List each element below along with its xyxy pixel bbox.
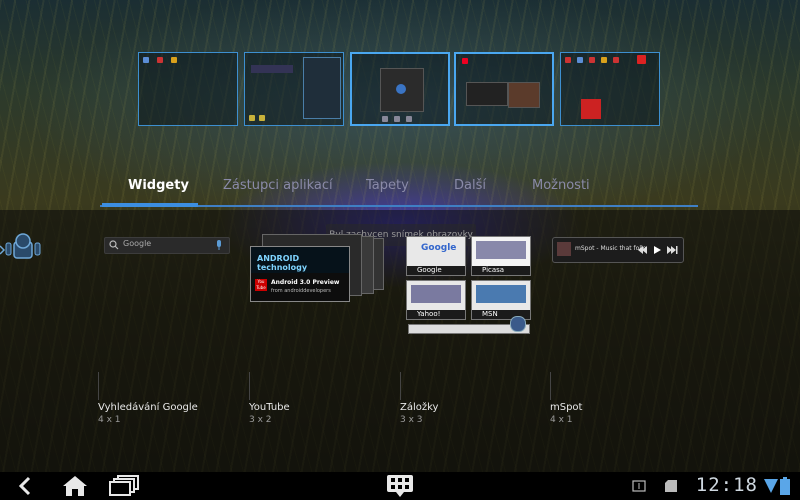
widget-size-google-search: 4 x 1 bbox=[98, 415, 121, 425]
battery-icon bbox=[780, 477, 790, 495]
youtube-widget-preview[interactable]: ANDROID technology You Tube Android 3.0 … bbox=[250, 234, 386, 304]
bookmark-label-msn: MSN bbox=[482, 310, 498, 318]
home-screen-3[interactable] bbox=[350, 52, 450, 126]
system-bar: 12:18 bbox=[0, 472, 800, 500]
wifi-signal-icon bbox=[764, 479, 778, 493]
widget-name-bookmarks: Záložky bbox=[400, 402, 439, 413]
bookmarks-widget-preview[interactable]: Google Google Picasa Yahoo! MSN bbox=[404, 236, 531, 336]
widget-name-youtube: YouTube bbox=[249, 402, 290, 413]
microphone-icon bbox=[217, 240, 221, 250]
tab-app-shortcuts[interactable]: Zástupci aplikací bbox=[223, 178, 333, 193]
home-screen-4[interactable] bbox=[454, 52, 554, 126]
bookmark-label-picasa: Picasa bbox=[482, 266, 505, 274]
album-art-icon bbox=[557, 242, 571, 256]
tab-widgets[interactable]: Widgety bbox=[128, 178, 189, 193]
tab-wallpapers[interactable]: Tapety bbox=[366, 178, 409, 193]
widget-size-bookmarks: 3 x 3 bbox=[400, 415, 423, 425]
bookmark-label-yahoo: Yahoo! bbox=[417, 310, 441, 318]
sd-card-icon[interactable] bbox=[664, 479, 678, 493]
bookmarks-badge-icon bbox=[510, 316, 526, 332]
tab-active-indicator bbox=[102, 203, 198, 207]
back-icon[interactable] bbox=[16, 476, 36, 496]
tab-more[interactable]: Další bbox=[454, 178, 486, 193]
recent-apps-icon[interactable] bbox=[108, 475, 140, 497]
tab-bar: Widgety Zástupci aplikací Tapety Další M… bbox=[100, 178, 698, 208]
android-icon bbox=[0, 233, 41, 259]
tab-options[interactable]: Možnosti bbox=[532, 178, 590, 193]
home-icon[interactable] bbox=[62, 475, 88, 497]
youtube-video-source: from androiddevelopers bbox=[271, 288, 331, 294]
clock[interactable]: 12:18 bbox=[696, 474, 758, 496]
youtube-video-title: Android 3.0 Preview bbox=[271, 279, 340, 286]
home-screen-5[interactable] bbox=[560, 52, 660, 126]
home-screen-1[interactable] bbox=[138, 52, 238, 126]
widget-name-google-search: Vyhledávání Google bbox=[98, 402, 198, 413]
widget-size-mspot: 4 x 1 bbox=[550, 415, 573, 425]
bookmark-label-google: Google bbox=[417, 266, 442, 274]
search-icon bbox=[109, 240, 119, 250]
google-search-widget-preview[interactable]: Google bbox=[104, 237, 230, 254]
widget-size-youtube: 3 x 2 bbox=[249, 415, 272, 425]
youtube-banner: ANDROID technology bbox=[257, 254, 308, 272]
home-screen-thumbnails bbox=[138, 52, 662, 130]
media-controls-icon bbox=[638, 246, 678, 254]
widget-name-mspot: mSpot bbox=[550, 402, 583, 413]
search-placeholder: Google bbox=[123, 239, 152, 248]
home-screen-2[interactable] bbox=[244, 52, 344, 126]
youtube-logo: You Tube bbox=[255, 279, 267, 291]
mspot-widget-preview[interactable]: mSpot - Music that follo bbox=[552, 237, 684, 263]
apps-grid-icon[interactable] bbox=[386, 474, 414, 498]
mspot-text: mSpot - Music that follo bbox=[575, 245, 647, 252]
screenshot-notification-icon[interactable] bbox=[632, 480, 646, 492]
